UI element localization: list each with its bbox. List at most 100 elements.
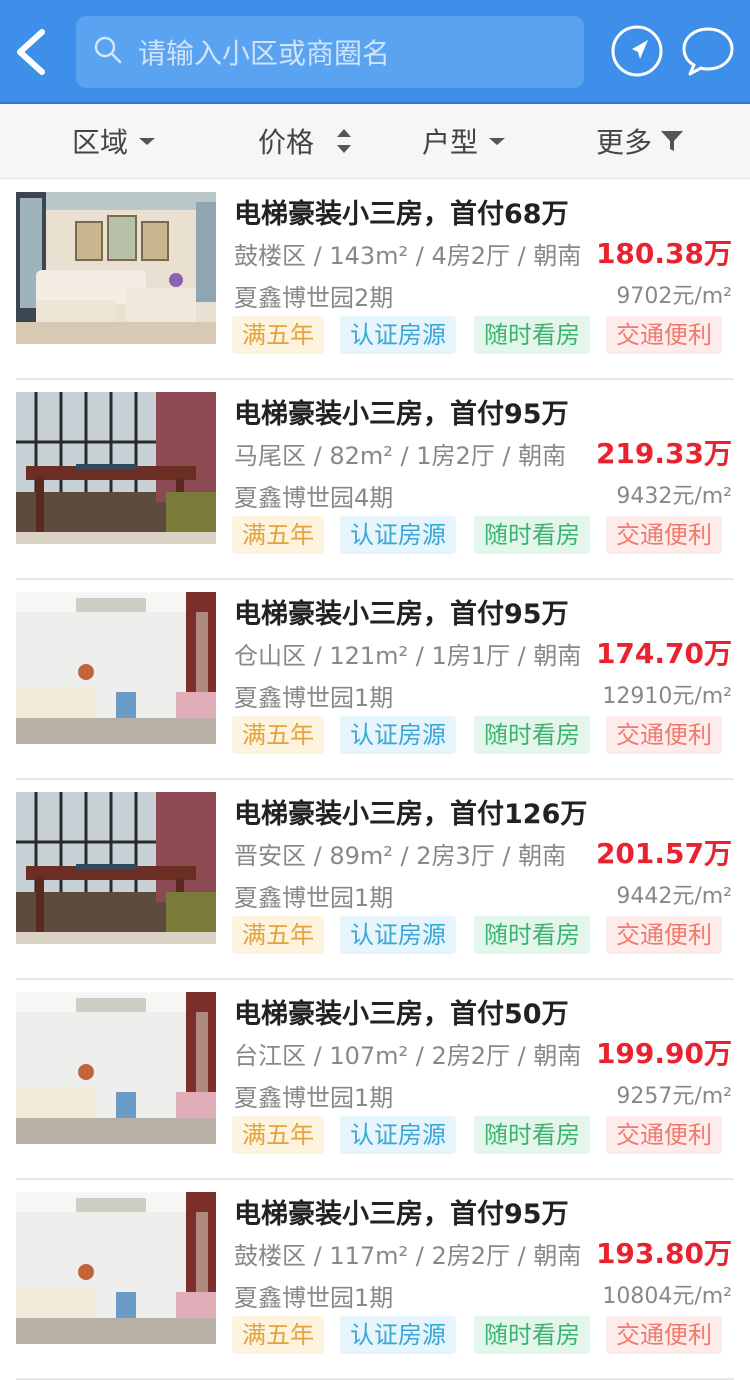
tag: 认证房源 <box>340 316 456 354</box>
tag: 交通便利 <box>606 716 722 754</box>
listing-unit-price: 9432元/m² <box>616 484 732 509</box>
listing-layout: 1房1厅 <box>431 642 511 670</box>
listing-item[interactable]: 电梯豪装小三房，首付68万 鼓楼区 / 143m² / 4房2厅 / 朝南 18… <box>0 180 750 380</box>
filter-label: 更多 <box>596 126 653 159</box>
listing-item[interactable]: 电梯豪装小三房，首付50万 台江区 / 107m² / 2房2厅 / 朝南 19… <box>0 980 750 1180</box>
tag: 满五年 <box>232 516 324 554</box>
listing-orientation: 朝南 <box>533 642 582 670</box>
tag: 交通便利 <box>606 316 722 354</box>
tag: 随时看房 <box>474 716 590 754</box>
listing-price: 193.80万 <box>595 1237 732 1270</box>
listing-unit-price: 9442元/m² <box>616 884 732 909</box>
tag: 交通便利 <box>606 1316 722 1354</box>
filter-label: 区域 <box>72 126 129 159</box>
listing-unit-price: 10804元/m² <box>602 1284 732 1309</box>
tag: 满五年 <box>232 916 324 954</box>
listing-community: 夏鑫博世园1期 <box>234 1084 394 1112</box>
listing-unit-price: 9257元/m² <box>616 1084 732 1109</box>
listing-layout: 1房2厅 <box>416 442 495 470</box>
listing-community: 夏鑫博世园1期 <box>234 684 394 712</box>
listing-district: 鼓楼区 <box>234 242 306 270</box>
search-input[interactable] <box>136 16 570 90</box>
listing-title: 电梯豪装小三房，首付95万 <box>234 599 569 630</box>
tag: 随时看房 <box>474 1116 590 1154</box>
listing-district: 晋安区 <box>234 842 306 870</box>
tag: 认证房源 <box>340 916 456 954</box>
tag: 随时看房 <box>474 516 590 554</box>
listing-price: 174.70万 <box>595 637 732 670</box>
filter-district[interactable]: 区域 <box>72 104 160 178</box>
tag: 随时看房 <box>474 316 590 354</box>
tag: 满五年 <box>232 1316 324 1354</box>
listing-layout: 2房3厅 <box>416 842 495 870</box>
listing-area: 121m² <box>329 642 409 670</box>
tag: 认证房源 <box>340 716 456 754</box>
navigation-arrow-icon <box>611 25 663 77</box>
search-bar[interactable] <box>76 16 584 90</box>
tea-room-photo <box>16 792 216 944</box>
tag: 交通便利 <box>606 516 722 554</box>
listing-item[interactable]: 电梯豪装小三房，首付95万 鼓楼区 / 117m² / 2房2厅 / 朝南 19… <box>0 1180 750 1380</box>
location-button[interactable] <box>610 24 664 78</box>
filter-bar: 区域 价格 户型 更多 <box>0 104 750 179</box>
tag: 满五年 <box>232 1116 324 1154</box>
listing-title: 电梯豪装小三房，首付95万 <box>234 399 569 430</box>
listing-layout: 4房2厅 <box>431 242 511 270</box>
caret-down-icon <box>139 138 156 145</box>
listing-list: 电梯豪装小三房，首付68万 鼓楼区 / 143m² / 4房2厅 / 朝南 18… <box>0 180 750 1380</box>
listing-meta: 仓山区 / 121m² / 1房1厅 / 朝南 <box>234 642 582 670</box>
listing-district: 台江区 <box>234 1042 306 1070</box>
tag: 随时看房 <box>474 916 590 954</box>
chevron-left-icon <box>17 29 45 75</box>
back-button[interactable] <box>8 22 56 82</box>
filter-more[interactable]: 更多 <box>596 104 686 178</box>
message-button[interactable] <box>680 24 736 78</box>
tag: 随时看房 <box>474 1316 590 1354</box>
listing-district: 鼓楼区 <box>234 1242 306 1270</box>
search-icon <box>94 36 122 64</box>
white-living-room-photo <box>16 992 216 1144</box>
listing-district: 仓山区 <box>234 642 306 670</box>
listing-layout: 2房2厅 <box>431 1242 511 1270</box>
listing-layout: 2房2厅 <box>431 1042 511 1070</box>
listing-community: 夏鑫博世园2期 <box>234 284 394 312</box>
listing-orientation: 朝南 <box>533 242 582 270</box>
white-living-room-photo <box>16 592 216 744</box>
tag: 满五年 <box>232 716 324 754</box>
living-room-photo <box>16 192 216 344</box>
filter-label: 价格 <box>258 126 315 159</box>
listing-item[interactable]: 电梯豪装小三房，首付95万 马尾区 / 82m² / 1房2厅 / 朝南 219… <box>0 380 750 580</box>
listing-orientation: 朝南 <box>518 442 567 470</box>
listing-area: 89m² <box>329 842 393 870</box>
listing-title: 电梯豪装小三房，首付126万 <box>234 799 588 830</box>
listing-item[interactable]: 电梯豪装小三房，首付126万 晋安区 / 89m² / 2房3厅 / 朝南 20… <box>0 780 750 980</box>
listing-title: 电梯豪装小三房，首付50万 <box>234 999 569 1030</box>
top-header <box>0 0 750 104</box>
listing-title: 电梯豪装小三房，首付95万 <box>234 1199 569 1230</box>
listing-area: 117m² <box>329 1242 409 1270</box>
listing-price: 180.38万 <box>595 237 732 270</box>
listing-area: 107m² <box>329 1042 409 1070</box>
listing-title: 电梯豪装小三房，首付68万 <box>234 199 569 230</box>
filter-label: 户型 <box>422 126 479 159</box>
tea-room-photo <box>16 392 216 544</box>
listing-meta: 鼓楼区 / 117m² / 2房2厅 / 朝南 <box>234 1242 582 1270</box>
listing-item[interactable]: 电梯豪装小三房，首付95万 仓山区 / 121m² / 1房1厅 / 朝南 17… <box>0 580 750 780</box>
listing-community: 夏鑫博世园1期 <box>234 1284 394 1312</box>
listing-meta: 鼓楼区 / 143m² / 4房2厅 / 朝南 <box>234 242 582 270</box>
listing-orientation: 朝南 <box>533 1242 582 1270</box>
funnel-icon <box>661 131 684 151</box>
filter-price[interactable]: 价格 <box>258 104 364 178</box>
caret-down-icon <box>489 138 506 145</box>
tag: 交通便利 <box>606 1116 722 1154</box>
chat-bubble-icon <box>682 27 734 76</box>
listing-price: 199.90万 <box>595 1037 732 1070</box>
tag: 认证房源 <box>340 1316 456 1354</box>
sort-updown-icon <box>337 129 352 153</box>
filter-layout[interactable]: 户型 <box>422 104 510 178</box>
tag: 认证房源 <box>340 1116 456 1154</box>
listing-meta: 晋安区 / 89m² / 2房3厅 / 朝南 <box>234 842 567 870</box>
listing-meta: 台江区 / 107m² / 2房2厅 / 朝南 <box>234 1042 582 1070</box>
listing-orientation: 朝南 <box>518 842 567 870</box>
tag: 满五年 <box>232 316 324 354</box>
